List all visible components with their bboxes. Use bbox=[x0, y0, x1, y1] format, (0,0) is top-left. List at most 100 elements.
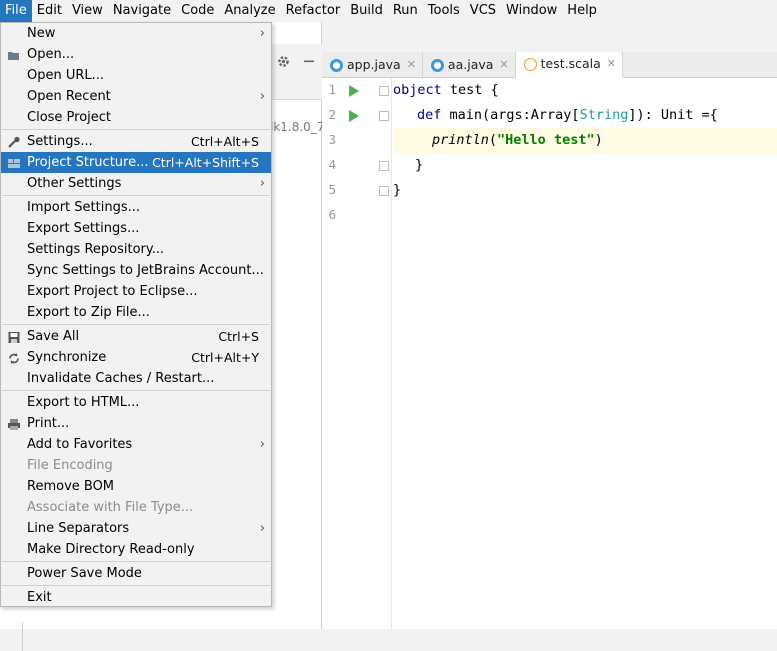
menu-item-shortcut: Ctrl+Alt+S bbox=[190, 134, 259, 149]
menu-item-label: Close Project bbox=[27, 110, 112, 125]
menu-code[interactable]: Code bbox=[176, 0, 219, 22]
menu-item-sync-settings[interactable]: Sync Settings to JetBrains Account... bbox=[1, 260, 271, 281]
menu-item-label: Make Directory Read-only bbox=[27, 542, 195, 557]
menu-item-synchronize[interactable]: Synchronize Ctrl+Alt+Y bbox=[1, 347, 271, 368]
menu-item-open-url[interactable]: Open URL... bbox=[1, 65, 271, 86]
menu-item-add-favorites[interactable]: Add to Favorites › bbox=[1, 434, 271, 455]
minimize-icon[interactable] bbox=[303, 55, 315, 71]
menu-item-power-save-mode[interactable]: Power Save Mode bbox=[1, 563, 271, 584]
tab-test-scala[interactable]: test.scala ✕ bbox=[515, 51, 623, 78]
file-menu-dropdown: New › Open... Open URL... Open Recent › Cl… bbox=[0, 22, 272, 607]
print-icon bbox=[7, 417, 21, 430]
menu-item-remove-bom[interactable]: Remove BOM bbox=[1, 476, 271, 497]
code-text: ( bbox=[488, 132, 498, 148]
tab-label: test.scala bbox=[540, 56, 601, 71]
menu-item-print[interactable]: Print... bbox=[1, 413, 271, 434]
fold-icon[interactable] bbox=[379, 86, 389, 96]
menu-build[interactable]: Build bbox=[345, 0, 388, 22]
menu-item-export-eclipse[interactable]: Export Project to Eclipse... bbox=[1, 281, 271, 302]
menu-bar: File Edit View Navigate Code Analyze Ref… bbox=[0, 0, 777, 22]
menu-item-line-separators[interactable]: Line Separators › bbox=[1, 518, 271, 539]
menu-item-project-structure[interactable]: Project Structure... Ctrl+Alt+Shift+S bbox=[1, 152, 271, 173]
menu-item-label: Power Save Mode bbox=[27, 566, 142, 581]
menu-item-label: Associate with File Type... bbox=[27, 500, 194, 515]
menu-item-new[interactable]: New › bbox=[1, 23, 271, 44]
tab-app-java[interactable]: app.java ✕ bbox=[322, 52, 423, 78]
menu-navigate[interactable]: Navigate bbox=[108, 0, 176, 22]
fold-icon[interactable] bbox=[379, 111, 389, 121]
menu-separator bbox=[2, 390, 270, 391]
tab-label: aa.java bbox=[447, 57, 494, 72]
string-literal: "Hello test" bbox=[497, 132, 595, 148]
menu-item-other-settings[interactable]: Other Settings › bbox=[1, 173, 271, 194]
menu-item-import-settings[interactable]: Import Settings... bbox=[1, 197, 271, 218]
menu-item-close-project[interactable]: Close Project bbox=[1, 107, 271, 128]
menu-item-label: Open URL... bbox=[27, 68, 105, 83]
scala-object-icon bbox=[523, 57, 537, 71]
menu-item-label: Import Settings... bbox=[27, 200, 140, 215]
menu-item-settings[interactable]: Settings... Ctrl+Alt+S bbox=[1, 131, 271, 152]
menu-tools[interactable]: Tools bbox=[423, 0, 465, 22]
editor-gutter: 1 2 3 4 5 6 bbox=[322, 78, 392, 629]
menu-vcs[interactable]: VCS bbox=[465, 0, 501, 22]
code-line-current: println("Hello test") bbox=[393, 128, 777, 153]
tool-window-stripe bbox=[22, 622, 23, 651]
code-line: } bbox=[393, 153, 777, 178]
tab-aa-java[interactable]: aa.java ✕ bbox=[423, 52, 516, 78]
jdk-node-label[interactable]: lk1.8.0_7 bbox=[270, 120, 324, 134]
line-number: 3 bbox=[328, 132, 336, 147]
code-editor[interactable]: object test { def main(args:Array[String… bbox=[393, 78, 777, 629]
line-number: 2 bbox=[328, 107, 336, 122]
menu-item-label: Add to Favorites bbox=[27, 437, 133, 452]
editor-area: app.java ✕ aa.java ✕ test.scala ✕ 1 2 3 … bbox=[322, 22, 777, 629]
code-text: test { bbox=[441, 82, 499, 98]
menu-item-settings-repository[interactable]: Settings Repository... bbox=[1, 239, 271, 260]
menu-analyze[interactable]: Analyze bbox=[219, 0, 280, 22]
menu-item-file-encoding[interactable]: File Encoding bbox=[1, 455, 271, 476]
menu-item-label: Other Settings bbox=[27, 176, 122, 191]
editor-tab-bar: app.java ✕ aa.java ✕ test.scala ✕ bbox=[322, 52, 777, 78]
close-icon[interactable]: ✕ bbox=[607, 51, 616, 77]
fold-icon[interactable] bbox=[379, 161, 389, 171]
menu-file[interactable]: File bbox=[0, 0, 32, 22]
close-icon[interactable]: ✕ bbox=[407, 52, 416, 78]
menu-item-label: Settings Repository... bbox=[27, 242, 165, 257]
wrench-icon bbox=[7, 135, 21, 148]
menu-item-label: Project Structure... bbox=[27, 155, 149, 170]
line-number: 4 bbox=[328, 157, 336, 172]
run-icon[interactable] bbox=[349, 110, 359, 122]
close-icon[interactable]: ✕ bbox=[499, 52, 508, 78]
chevron-right-icon: › bbox=[259, 521, 265, 536]
menu-item-shortcut: Ctrl+S bbox=[218, 329, 259, 344]
fold-icon[interactable] bbox=[379, 186, 389, 196]
menu-item-associate-file-type[interactable]: Associate with File Type... bbox=[1, 497, 271, 518]
menu-item-open-recent[interactable]: Open Recent › bbox=[1, 86, 271, 107]
menu-separator bbox=[2, 324, 270, 325]
menu-edit[interactable]: Edit bbox=[32, 0, 67, 22]
menu-item-label: Exit bbox=[27, 590, 52, 605]
menu-item-label: Print... bbox=[27, 416, 70, 431]
run-icon[interactable] bbox=[349, 85, 359, 97]
menu-item-label: Export Settings... bbox=[27, 221, 140, 236]
menu-item-export-html[interactable]: Export to HTML... bbox=[1, 392, 271, 413]
menu-item-exit[interactable]: Exit bbox=[1, 587, 271, 608]
gear-icon[interactable] bbox=[277, 55, 290, 72]
menu-item-label: Export Project to Eclipse... bbox=[27, 284, 198, 299]
menu-item-label: Open... bbox=[27, 47, 75, 62]
menu-item-open[interactable]: Open... bbox=[1, 44, 271, 65]
menu-help[interactable]: Help bbox=[562, 0, 602, 22]
menu-item-export-settings[interactable]: Export Settings... bbox=[1, 218, 271, 239]
menu-view[interactable]: View bbox=[67, 0, 108, 22]
menu-item-export-zip[interactable]: Export to Zip File... bbox=[1, 302, 271, 323]
java-class-icon bbox=[330, 58, 343, 72]
menu-separator bbox=[2, 195, 270, 196]
line-number: 1 bbox=[328, 82, 336, 97]
menu-window[interactable]: Window bbox=[501, 0, 562, 22]
menu-item-save-all[interactable]: Save All Ctrl+S bbox=[1, 326, 271, 347]
code-line: object test { bbox=[393, 78, 777, 103]
menu-run[interactable]: Run bbox=[388, 0, 423, 22]
menu-item-make-read-only[interactable]: Make Directory Read-only bbox=[1, 539, 271, 560]
menu-refactor[interactable]: Refactor bbox=[281, 0, 346, 22]
menu-item-label: Open Recent bbox=[27, 89, 111, 104]
menu-item-invalidate-caches[interactable]: Invalidate Caches / Restart... bbox=[1, 368, 271, 389]
